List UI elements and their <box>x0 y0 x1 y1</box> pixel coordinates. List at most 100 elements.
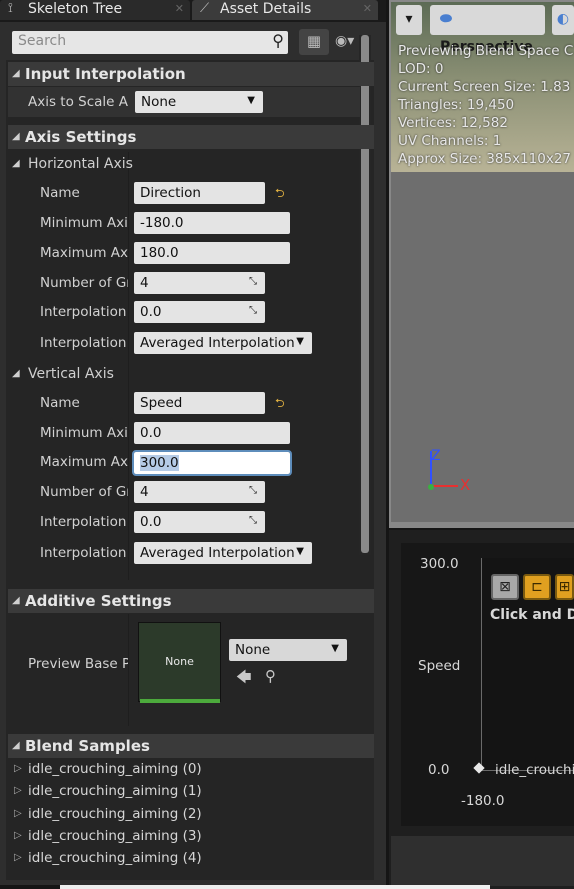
v-min-label: Minimum Axi <box>40 425 128 441</box>
blend-sample-item[interactable]: ▷ idle_crouching_aiming (1) <box>8 780 360 802</box>
toggle-labels-button[interactable]: ⊏ <box>523 574 551 600</box>
spin-value: 4 <box>140 275 149 291</box>
v-min-field[interactable]: 0.0 <box>134 422 290 444</box>
shading-icon: ◐ <box>556 11 570 27</box>
h-min-field[interactable]: -180.0 <box>134 212 290 234</box>
axis-to-scale-dropdown[interactable]: None ▼ <box>135 91 263 113</box>
sample-point-label: idle_crouchi <box>495 762 574 778</box>
reset-to-default-icon[interactable]: ⮌ <box>275 184 285 205</box>
item-label: idle_crouching_aiming (3) <box>28 828 202 844</box>
dropdown-value: Averaged Interpolation <box>140 335 295 351</box>
tab-skeleton-tree[interactable]: ⟟ Skeleton Tree ✕ <box>0 0 190 20</box>
chevron-down-icon: ▼ <box>296 546 304 557</box>
vertical-axis-group[interactable]: ◢ Vertical Axis <box>8 363 114 385</box>
section-additive-settings[interactable]: ◢ Additive Settings <box>8 589 374 613</box>
tab-asset-details[interactable]: ⟋ Asset Details ✕ <box>192 0 378 20</box>
v-grid-label: Number of Gri <box>40 484 128 500</box>
section-title: Axis Settings <box>25 128 137 146</box>
row-axis-to-scale: Axis to Scale A None ▼ <box>8 87 360 117</box>
h-interp-type-dropdown[interactable]: Averaged Interpolation ▼ <box>134 332 312 354</box>
horizontal-axis-group[interactable]: ◢ Horizontal Axis <box>8 153 133 175</box>
search-input[interactable]: Search ⚲ <box>12 31 288 54</box>
toggle-preview-button[interactable]: ⊞ <box>555 574 574 600</box>
collapse-arrow-icon: ◢ <box>12 595 20 606</box>
collapse-arrow-icon: ◢ <box>12 131 20 142</box>
skeleton-icon: ⟟ <box>8 1 13 16</box>
blend-sample-item[interactable]: ▷ idle_crouching_aiming (3) <box>8 825 360 847</box>
search-icon: ⚲ <box>265 667 276 685</box>
h-min-label: Minimum Axi <box>40 215 128 231</box>
spin-arrows-icon[interactable]: ⤡ <box>249 485 259 497</box>
collapse-arrow-icon: ◢ <box>12 158 20 169</box>
browse-asset-button[interactable]: ⚲ <box>265 667 276 685</box>
h-interp-type-label: Interpolation <box>40 335 127 351</box>
move-icon: ⊞ <box>558 579 571 595</box>
blend-sample-item[interactable]: ▷ idle_crouching_aiming (2) <box>8 803 360 825</box>
h-name-label: Name <box>40 185 80 201</box>
scrollbar-thumb[interactable] <box>361 35 369 553</box>
v-interp-type-dropdown[interactable]: Averaged Interpolation ▼ <box>134 542 312 564</box>
section-title: Blend Samples <box>25 737 150 755</box>
dropdown-value: Averaged Interpolation <box>140 545 295 561</box>
toggle-grid-button[interactable]: ⊠ <box>491 574 519 600</box>
section-input-interpolation[interactable]: ◢ Input Interpolation <box>8 62 374 86</box>
collapse-arrow-icon: ◢ <box>12 368 20 379</box>
v-max-field[interactable]: 300.0 <box>132 450 292 476</box>
asset-picker-dropdown[interactable]: None ▼ <box>229 639 347 661</box>
h-max-field[interactable]: 180.0 <box>134 242 290 264</box>
close-icon[interactable]: ✕ <box>175 0 184 18</box>
v-name-field[interactable]: Speed <box>134 392 265 414</box>
view-options-button[interactable]: ▦ <box>299 29 329 55</box>
use-selected-asset-button[interactable]: 🡄 <box>236 667 252 692</box>
spin-arrows-icon[interactable]: ⤡ <box>249 305 259 317</box>
item-label: idle_crouching_aiming (2) <box>28 806 202 822</box>
spin-arrows-icon[interactable]: ⤡ <box>249 515 259 527</box>
group-title: Horizontal Axis <box>28 156 133 172</box>
viewport-info-line: Triangles: 19,450 <box>398 97 515 113</box>
v-interp-time-spinbox[interactable]: 0.0 ⤡ <box>134 511 265 533</box>
camera-icon: ⬬ <box>440 11 452 27</box>
h-max-label: Maximum Ax <box>40 245 128 261</box>
expand-arrow-icon: ▷ <box>14 852 22 863</box>
viewport-options-button[interactable]: ▾ <box>396 5 422 35</box>
item-label: idle_crouching_aiming (4) <box>28 850 202 866</box>
section-axis-settings[interactable]: ◢ Axis Settings <box>8 125 374 149</box>
v-interp-type-label: Interpolation <box>40 545 127 561</box>
chevron-down-icon: ▼ <box>331 643 339 654</box>
h-interp-time-label: Interpolation <box>40 304 127 320</box>
y-axis-name-label: Speed <box>418 658 461 674</box>
h-name-field[interactable]: Direction <box>134 182 265 204</box>
blend-sample-item[interactable]: ▷ idle_crouching_aiming (0) <box>8 758 360 780</box>
h-grid-spinbox[interactable]: 4 ⤡ <box>134 272 265 294</box>
preview-base-pose-label: Preview Base P <box>28 656 128 672</box>
axis-to-scale-label: Axis to Scale A <box>28 94 128 110</box>
h-interp-time-spinbox[interactable]: 0.0 ⤡ <box>134 301 265 323</box>
search-icon: ⚲ <box>272 31 284 50</box>
tab-label: Asset Details <box>220 1 312 17</box>
blend-sample-item[interactable]: ▷ idle_crouching_aiming (4) <box>8 847 360 869</box>
window-bottom-edge <box>60 885 490 889</box>
canvas-hint-text: Click and Dr <box>490 607 574 623</box>
asset-thumbnail[interactable]: None <box>138 622 221 702</box>
spin-value: 0.0 <box>140 514 162 530</box>
spin-arrows-icon[interactable]: ⤡ <box>249 276 259 288</box>
x-axis-min-label: -180.0 <box>461 793 505 809</box>
section-blend-samples[interactable]: ◢ Blend Samples <box>8 734 374 758</box>
close-icon[interactable]: ✕ <box>363 0 372 18</box>
list-view-icon: ▦ <box>306 32 322 50</box>
axis-z-label: Z <box>431 448 441 464</box>
perspective-button[interactable]: ⬬ Perspective <box>430 5 545 55</box>
viewport-info-line: UV Channels: 1 <box>398 133 502 149</box>
dropdown-value: None <box>235 642 271 658</box>
blendspace-footer <box>391 836 574 886</box>
expand-arrow-icon: ▷ <box>14 785 22 796</box>
viewport-info-line: LOD: 0 <box>398 61 444 77</box>
view-mode-button[interactable]: ◐ <box>552 5 574 35</box>
chevron-down-icon: ▼ <box>247 95 255 106</box>
search-placeholder: Search <box>18 33 67 49</box>
expand-arrow-icon: ▷ <box>14 808 22 819</box>
visibility-filter-button[interactable]: ◉▾ <box>335 33 354 49</box>
reset-to-default-icon[interactable]: ⮌ <box>275 394 285 415</box>
collapse-arrow-icon: ◢ <box>12 740 20 751</box>
v-grid-spinbox[interactable]: 4 ⤡ <box>134 481 265 503</box>
